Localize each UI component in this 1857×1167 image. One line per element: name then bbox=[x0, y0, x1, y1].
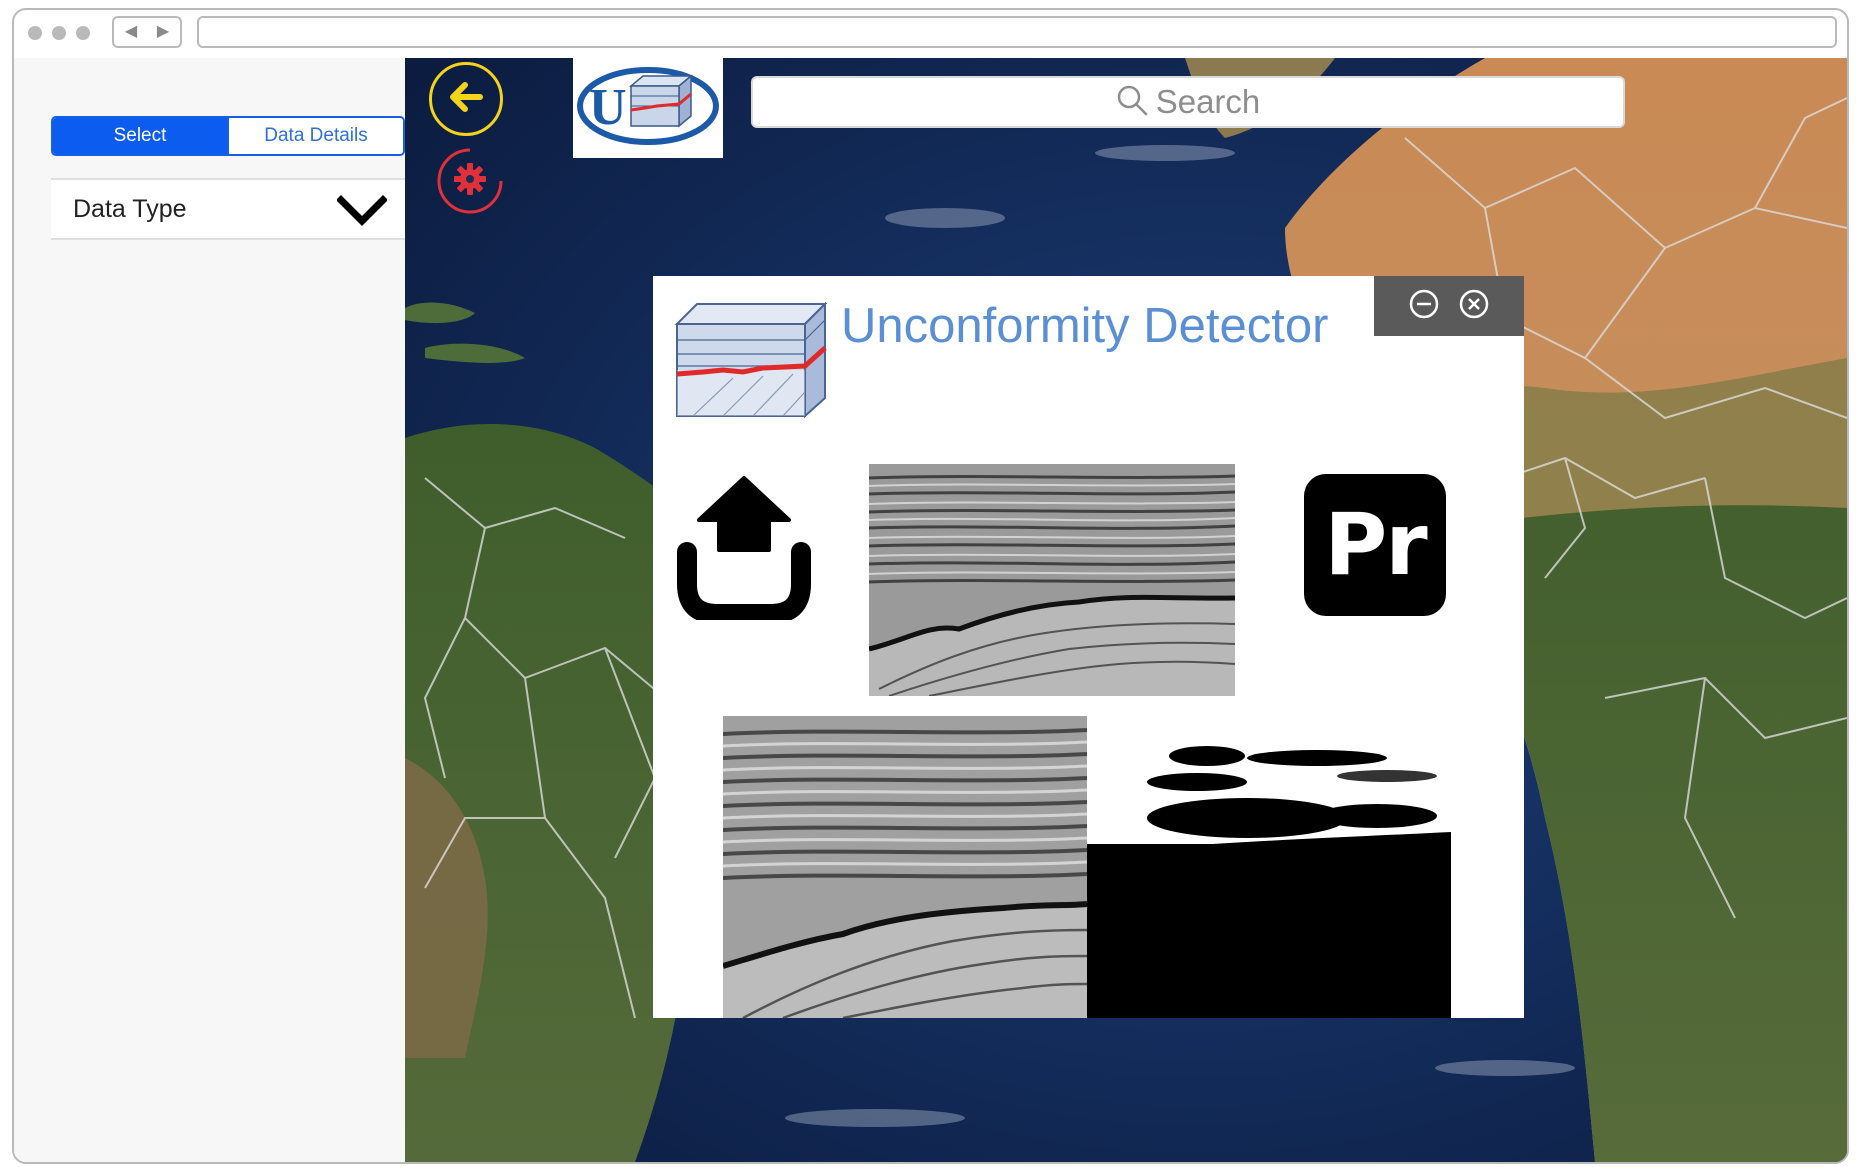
data-type-label: Data Type bbox=[73, 195, 187, 223]
tab-data-details[interactable]: Data Details bbox=[227, 118, 403, 154]
dialog-controls bbox=[1374, 276, 1524, 336]
unconformity-detector-dialog: Unconformity Detector Pr bbox=[653, 276, 1524, 1018]
satellite-map[interactable]: U Search Unconformity Detector Pr bbox=[405, 58, 1847, 1162]
search-input[interactable]: Search bbox=[751, 76, 1625, 128]
chevron-down-icon[interactable] bbox=[336, 190, 388, 235]
browser-nav-buttons: ◀ ▶ bbox=[112, 16, 182, 48]
browser-back-button[interactable]: ◀ bbox=[116, 21, 146, 41]
sidebar-tab-switcher: Select Data Details bbox=[51, 116, 405, 156]
sidebar: Select Data Details Data Type bbox=[14, 58, 405, 1162]
back-button[interactable] bbox=[429, 62, 503, 136]
upload-icon[interactable] bbox=[671, 474, 817, 625]
minimize-icon[interactable] bbox=[1408, 288, 1440, 325]
geology-block-icon bbox=[673, 300, 829, 423]
close-icon[interactable] bbox=[1458, 288, 1490, 325]
window-dot-maximize[interactable] bbox=[76, 26, 90, 40]
search-icon bbox=[1116, 84, 1148, 121]
svg-text:U: U bbox=[589, 79, 627, 136]
browser-forward-button[interactable]: ▶ bbox=[148, 21, 178, 41]
seismic-processed-image bbox=[723, 716, 1087, 1018]
premiere-app-icon[interactable]: Pr bbox=[1304, 474, 1446, 616]
window-dot-minimize[interactable] bbox=[52, 26, 66, 40]
browser-url-bar[interactable] bbox=[197, 16, 1837, 48]
tab-select[interactable]: Select bbox=[53, 118, 227, 154]
window-dot-close[interactable] bbox=[28, 26, 42, 40]
data-type-dropdown[interactable]: Data Type bbox=[51, 178, 405, 240]
unconformity-mask-image bbox=[1087, 716, 1451, 1018]
dialog-title: Unconformity Detector bbox=[841, 299, 1329, 353]
search-placeholder: Search bbox=[1155, 83, 1261, 120]
gear-icon bbox=[452, 161, 488, 202]
settings-button[interactable] bbox=[435, 146, 505, 216]
app-logo[interactable]: U bbox=[573, 58, 723, 158]
seismic-input-image bbox=[869, 464, 1235, 696]
arrow-left-icon bbox=[444, 75, 488, 124]
browser-window: ◀ ▶ Select Data Details Data Type U Sear… bbox=[12, 8, 1849, 1164]
